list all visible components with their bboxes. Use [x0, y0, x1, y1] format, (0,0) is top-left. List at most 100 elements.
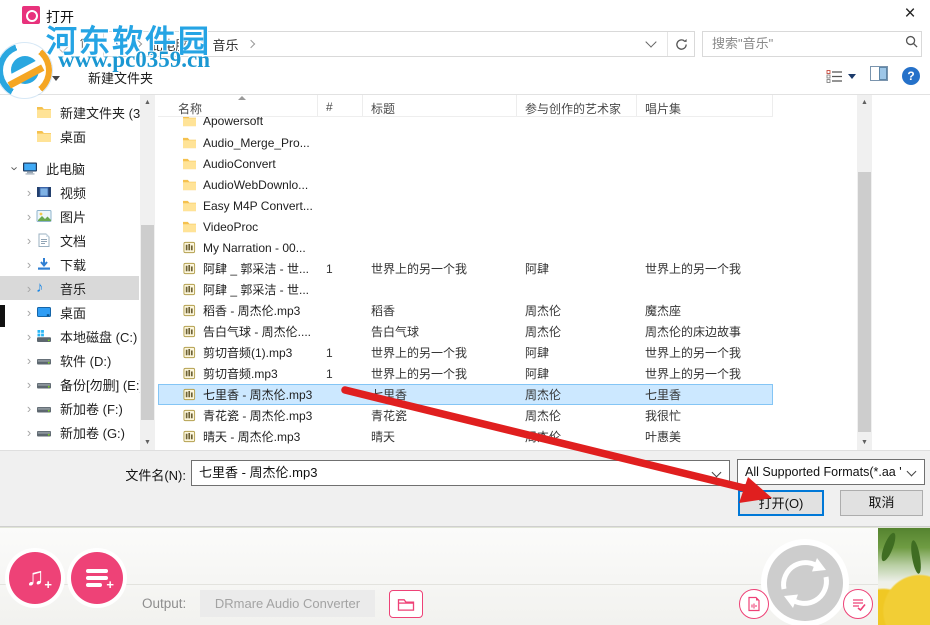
- column-header[interactable]: 名称: [158, 95, 318, 116]
- column-header[interactable]: 参与创作的艺术家: [517, 95, 637, 116]
- tree-expander-icon[interactable]: ›: [22, 401, 36, 416]
- address-dropdown-icon[interactable]: [645, 36, 656, 47]
- scrollbar-thumb[interactable]: [141, 225, 154, 420]
- filename-combobox[interactable]: 七里香 - 周杰伦.mp3: [191, 460, 730, 486]
- sidebar-item[interactable]: › 备份[勿删] (E:): [0, 372, 158, 396]
- sidebar-item[interactable]: ›图片: [0, 204, 158, 228]
- sidebar-item[interactable]: ›本地磁盘 (C:): [0, 324, 158, 348]
- file-row[interactable]: 剪切音频(1).mp31世界上的另一个我阿肆世界上的另一个我: [158, 342, 773, 363]
- dialog-toolbar: 组织 新建文件夹 ?: [0, 58, 930, 95]
- sidebar-item[interactable]: ›视频: [0, 180, 158, 204]
- new-folder-button[interactable]: 新建文件夹: [88, 68, 153, 87]
- converted-list-button[interactable]: [843, 589, 873, 619]
- tree-expander-icon[interactable]: ›: [22, 233, 36, 248]
- disk-icon: [36, 377, 54, 392]
- column-header[interactable]: #: [318, 95, 363, 116]
- sidebar-item[interactable]: 新建文件夹 (3): [0, 100, 158, 124]
- tree-expander-icon[interactable]: ›: [22, 353, 36, 368]
- sidebar-scrollbar[interactable]: ▲ ▼: [140, 95, 155, 450]
- refresh-icon[interactable]: [668, 32, 694, 56]
- output-path-field[interactable]: DRmare Audio Converter: [200, 590, 375, 617]
- file-artist: 周杰伦: [517, 407, 637, 424]
- views-button[interactable]: [826, 69, 856, 84]
- file-row[interactable]: 七里香 - 周杰伦.mp3七里香周杰伦七里香: [158, 384, 773, 405]
- tree-expander-icon[interactable]: ›: [22, 185, 36, 200]
- breadcrumb-music[interactable]: 音乐: [213, 35, 239, 54]
- tree-expander-icon[interactable]: ›: [22, 377, 36, 392]
- audio-icon: [182, 325, 197, 339]
- filetype-select[interactable]: All Supported Formats(*.aa ': [737, 459, 925, 485]
- file-row[interactable]: 阿肆 _ 郭采洁 - 世...: [158, 279, 773, 300]
- address-bar[interactable]: ♪ 此电脑 音乐: [103, 31, 695, 57]
- file-row[interactable]: 剪切音频.mp31世界上的另一个我阿肆世界上的另一个我: [158, 363, 773, 384]
- close-icon[interactable]: ×: [898, 2, 922, 26]
- scroll-down-icon[interactable]: ▼: [140, 435, 155, 450]
- add-music-button[interactable]: ♫ +: [9, 552, 61, 604]
- file-row[interactable]: 晴天 - 周杰伦.mp3晴天周杰伦叶惠美: [158, 426, 773, 447]
- output-folder-button[interactable]: [389, 590, 423, 618]
- sidebar-item[interactable]: ›文档: [0, 228, 158, 252]
- cancel-button[interactable]: 取消: [840, 490, 923, 516]
- audio-file-icon-button[interactable]: [739, 589, 769, 619]
- tree-expander-icon[interactable]: ›: [22, 281, 36, 296]
- breadcrumb-separator: [133, 40, 141, 48]
- tree-expander-icon[interactable]: ›: [22, 329, 36, 344]
- sidebar-item[interactable]: ›♪音乐: [0, 276, 139, 300]
- music-icon: ♪: [36, 281, 54, 296]
- sidebar-item[interactable]: ›新加卷 (F:): [0, 396, 158, 420]
- search-input[interactable]: 搜索"音乐": [702, 31, 922, 57]
- folder-icon: [182, 199, 197, 213]
- tree-expander-icon[interactable]: ›: [8, 161, 23, 175]
- file-row[interactable]: 告白气球 - 周杰伦....告白气球周杰伦周杰伦的床边故事: [158, 321, 773, 342]
- file-row[interactable]: AudioWebDownlo...: [158, 174, 773, 195]
- add-playlist-button[interactable]: +: [71, 552, 123, 604]
- sidebar-item-label: 备份[勿删] (E:): [60, 375, 144, 394]
- file-row[interactable]: 青花瓷 - 周杰伦.mp3青花瓷周杰伦我很忙: [158, 405, 773, 426]
- sidebar-item[interactable]: ›软件 (D:): [0, 348, 158, 372]
- file-row[interactable]: Apowersoft: [158, 117, 773, 132]
- scroll-down-icon[interactable]: ▼: [857, 435, 872, 450]
- scroll-up-icon[interactable]: ▲: [857, 95, 872, 110]
- column-header[interactable]: 唱片集: [637, 95, 773, 116]
- search-icon[interactable]: [905, 35, 921, 53]
- up-arrow-icon[interactable]: ↑: [78, 33, 87, 53]
- sidebar-item[interactable]: ›此电脑: [0, 156, 158, 180]
- history-chevron-icon[interactable]: [56, 40, 69, 53]
- sidebar-item[interactable]: › 下载: [0, 252, 158, 276]
- scroll-up-icon[interactable]: ▲: [140, 95, 155, 110]
- tree-expander-icon[interactable]: ›: [22, 257, 36, 272]
- file-row[interactable]: Easy M4P Convert...: [158, 195, 773, 216]
- sidebar-item[interactable]: ›新加卷 (G:): [0, 420, 158, 444]
- tree-expander-icon[interactable]: ›: [22, 305, 36, 320]
- file-album: 世界上的另一个我: [637, 365, 773, 382]
- column-header[interactable]: 标题: [363, 95, 517, 116]
- list-scrollbar[interactable]: ▲ ▼: [857, 95, 872, 450]
- breadcrumb-this-pc[interactable]: 此电脑: [150, 35, 189, 54]
- open-button[interactable]: 打开(O): [738, 490, 824, 516]
- file-name: Apowersoft: [203, 117, 263, 128]
- file-row[interactable]: VideoProc: [158, 216, 773, 237]
- organize-button[interactable]: 组织: [20, 68, 60, 87]
- sidebar-item[interactable]: 桌面: [0, 124, 158, 148]
- file-title: 青花瓷: [363, 407, 517, 424]
- convert-button[interactable]: [761, 539, 849, 625]
- sidebar-item-label: 下载: [60, 255, 86, 274]
- tree-expander-icon[interactable]: ›: [22, 209, 36, 224]
- file-row[interactable]: 阿肆 _ 郭采洁 - 世...1世界上的另一个我阿肆世界上的另一个我: [158, 258, 773, 279]
- file-name: 剪切音频(1).mp3: [203, 344, 292, 361]
- file-row[interactable]: My Narration - 00...: [158, 237, 773, 258]
- file-row[interactable]: 稻香 - 周杰伦.mp3稻香周杰伦魔杰座: [158, 300, 773, 321]
- help-icon[interactable]: ?: [902, 67, 920, 85]
- file-row[interactable]: Audio_Merge_Pro...: [158, 132, 773, 153]
- scrollbar-thumb[interactable]: [858, 172, 871, 432]
- folder-icon: [182, 117, 197, 128]
- sidebar-item[interactable]: ›桌面: [0, 300, 158, 324]
- file-album: 魔杰座: [637, 302, 773, 319]
- navigation-bar: ↑ ♪ 此电脑 音乐 搜索"音乐": [0, 30, 930, 58]
- preview-pane-button[interactable]: [870, 66, 888, 86]
- file-row[interactable]: AudioConvert: [158, 153, 773, 174]
- tree-expander-icon[interactable]: ›: [22, 425, 36, 440]
- file-album: 我很忙: [637, 407, 773, 424]
- file-name: My Narration - 00...: [203, 241, 306, 255]
- pictures-icon: [36, 209, 54, 224]
